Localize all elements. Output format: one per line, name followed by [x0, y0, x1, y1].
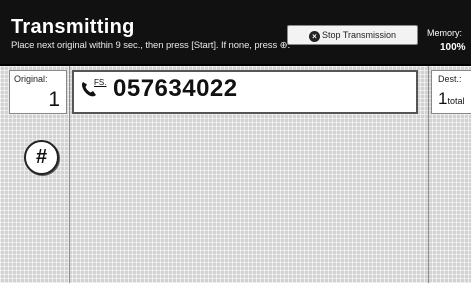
destination-count: 1total — [438, 89, 464, 109]
fax-type-tag: FS. — [94, 78, 107, 87]
header-divider — [0, 64, 471, 66]
status-header: Transmitting Place next original within … — [0, 0, 471, 64]
stop-transmission-button[interactable]: × Stop Transmission — [287, 25, 418, 45]
hash-key-button[interactable]: # — [24, 140, 59, 175]
stop-icon: × — [308, 31, 320, 42]
destination-label: Dest.: — [438, 74, 462, 84]
destination-counter: Dest.: 1total — [431, 70, 471, 114]
hash-key-label: # — [35, 146, 48, 168]
memory-label: Memory: — [427, 28, 463, 38]
original-count: 1 — [48, 88, 60, 111]
fax-transmitting-screen: Transmitting Place next original within … — [0, 0, 471, 283]
right-column-divider — [428, 66, 429, 283]
fax-number: 057634022 — [113, 75, 238, 102]
original-label: Original: — [14, 74, 48, 84]
stop-transmission-label: Stop Transmission — [321, 30, 397, 40]
left-column-divider — [69, 66, 70, 283]
memory-value: 100% — [440, 42, 466, 53]
fax-destination-field: FS. 057634022 — [72, 70, 418, 114]
destination-count-suffix: total — [447, 96, 465, 106]
instruction-message: Place next original within 9 sec., then … — [11, 40, 291, 51]
original-counter: Original: 1 — [9, 70, 67, 114]
screen-title: Transmitting — [11, 16, 135, 38]
